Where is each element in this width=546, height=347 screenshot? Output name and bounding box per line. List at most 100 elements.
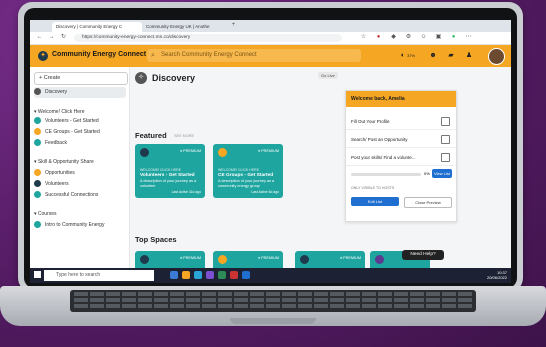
windows-taskbar: Type here to search 10:37 20/06/2022: [30, 268, 511, 283]
sidebar-item-discovery[interactable]: Discovery: [34, 87, 126, 98]
featured-card[interactable]: ♦ PREMIUM WELCOME! CLICK HERE CE Groups …: [213, 144, 283, 198]
space-icon: [140, 148, 149, 157]
space-icon: [218, 148, 227, 157]
go-live-button[interactable]: Go Live: [318, 72, 338, 79]
card-description: A description of your journey as a commu…: [218, 179, 275, 188]
space-icon: [34, 139, 41, 147]
close-preview-button[interactable]: Close Preview: [404, 197, 452, 208]
premium-badge: ♦ PREMIUM: [180, 149, 201, 153]
notifications-icon[interactable]: ♟: [464, 51, 474, 61]
brand-logo-icon: ✦: [38, 51, 48, 61]
visibility-note: ONLY VISIBLE TO HOSTS: [351, 186, 395, 190]
app-icon[interactable]: [230, 271, 238, 279]
avatar[interactable]: [488, 48, 505, 65]
browser-screen: Discovery | Community Energy C Community…: [30, 20, 511, 283]
brand-name[interactable]: Community Energy Connect: [52, 51, 146, 58]
sidebar-section-courses[interactable]: ▾ Courses: [34, 211, 57, 217]
app-icon[interactable]: [182, 271, 190, 279]
extension-icon[interactable]: ⚙: [405, 34, 412, 41]
clock[interactable]: 10:37 20/06/2022: [487, 270, 507, 280]
menu-icon[interactable]: ⋯: [465, 34, 472, 41]
premium-badge: ♦ PREMIUM: [258, 149, 279, 153]
keyboard-row: [74, 292, 472, 296]
card-category: WELCOME! CLICK HERE: [140, 168, 182, 172]
messages-icon[interactable]: ▰: [446, 51, 456, 61]
favorites-icon[interactable]: ✩: [420, 34, 427, 41]
view-list-button[interactable]: View List: [432, 169, 452, 178]
keyboard-row: [74, 298, 472, 302]
app-icon[interactable]: [170, 271, 178, 279]
members-icon[interactable]: ☻: [428, 51, 438, 61]
card-category: WELCOME! CLICK HERE: [218, 168, 260, 172]
checkbox[interactable]: [441, 153, 450, 162]
sidebar: + Create Discovery ▾ Welcome! Click Here…: [30, 67, 130, 283]
tab-bar: Discovery | Community Energy C Community…: [30, 20, 511, 32]
space-icon: [140, 255, 149, 264]
task-item[interactable]: Search/ Post an Opportunity: [346, 131, 456, 148]
taskbar-search-input[interactable]: Type here to search: [44, 270, 154, 281]
star-icon[interactable]: ☆: [360, 34, 367, 41]
sidebar-item-ce-groups[interactable]: CE Groups - Get Started: [34, 127, 126, 138]
space-icon: [34, 180, 41, 188]
create-button[interactable]: + Create: [34, 72, 128, 85]
space-icon: [34, 221, 41, 229]
app-icon[interactable]: [242, 271, 250, 279]
sidebar-section-welcome[interactable]: ▾ Welcome! Click Here: [34, 109, 85, 115]
card-meta: Last Active 6d ago: [251, 190, 279, 194]
card-title: CE Groups - Get Started: [218, 173, 274, 178]
trackpad-notch: [230, 318, 316, 324]
space-icon: [375, 255, 384, 264]
extension-icon[interactable]: ●: [375, 34, 382, 41]
search-input[interactable]: ⌕ Search Community Energy Connect: [147, 49, 361, 62]
url-field[interactable]: https://community-energy-connect.mn.co/d…: [74, 34, 342, 42]
sidebar-item-opportunities[interactable]: Opportunities: [34, 168, 126, 179]
panel-title: Welcome back, Amelia: [346, 91, 456, 107]
search-icon: ⌕: [151, 52, 155, 59]
progress-indicator[interactable]: ◐ 37%: [396, 51, 420, 61]
checkbox[interactable]: [441, 135, 450, 144]
forward-icon[interactable]: →: [48, 34, 55, 41]
featured-card[interactable]: ♦ PREMIUM WELCOME! CLICK HERE Volunteers…: [135, 144, 205, 198]
profile-icon[interactable]: ●: [450, 34, 457, 41]
sidebar-item-successful-connections[interactable]: Successful Connections: [34, 190, 126, 201]
collections-icon[interactable]: ▣: [435, 34, 442, 41]
space-icon: [34, 169, 41, 177]
app-icon[interactable]: [206, 271, 214, 279]
tab-community-energy-uk[interactable]: Community Energy UK | Anothe: [142, 22, 232, 32]
task-item[interactable]: Post your skills/ Find a volunte...: [346, 149, 456, 166]
card-meta: Last Active 11d ago: [171, 190, 201, 194]
windows-start-icon[interactable]: [34, 271, 41, 278]
reload-icon[interactable]: ↻: [60, 34, 67, 41]
sidebar-section-skill-share[interactable]: ▾ Skill & Opportunity Share: [34, 159, 94, 165]
help-button[interactable]: Need Help?: [402, 250, 444, 260]
page-title: Discovery: [152, 73, 196, 83]
card-title: Volunteers - Get Started: [140, 173, 195, 178]
space-icon: [300, 255, 309, 264]
app-icon[interactable]: [218, 271, 226, 279]
sidebar-item-volunteers-get-started[interactable]: Volunteers - Get Started: [34, 116, 126, 127]
sidebar-item-intro-course[interactable]: Intro to Community Energy: [34, 220, 126, 231]
space-icon: [34, 128, 41, 136]
see-more-link[interactable]: SEE MORE: [174, 134, 194, 138]
search-placeholder: Search Community Energy Connect: [161, 52, 257, 58]
space-icon: [218, 255, 227, 264]
sidebar-item-volunteers[interactable]: Volunteers: [34, 179, 126, 190]
premium-badge: ♦ PREMIUM: [258, 256, 279, 260]
compass-icon: ✧: [135, 72, 147, 84]
top-spaces-heading: Top Spaces: [135, 235, 177, 244]
app-header: ✦ Community Energy Connect ⌕ Search Comm…: [30, 45, 511, 67]
tab-discovery[interactable]: Discovery | Community Energy C: [52, 22, 142, 32]
new-tab-icon[interactable]: +: [230, 22, 237, 29]
card-description: A description of your journey as a volun…: [140, 179, 197, 188]
progress-label: 0%: [424, 171, 430, 176]
app-icon[interactable]: [194, 271, 202, 279]
extension-icon[interactable]: ◆: [390, 34, 397, 41]
task-item[interactable]: Fill Out Your Profile: [346, 113, 456, 130]
sidebar-item-feedback[interactable]: Feedback: [34, 138, 126, 149]
keyboard-row: [74, 304, 472, 308]
premium-badge: ♦ PREMIUM: [180, 256, 201, 260]
checkbox[interactable]: [441, 117, 450, 126]
edit-list-button[interactable]: Edit List: [351, 197, 399, 206]
space-icon: [34, 117, 41, 125]
back-icon[interactable]: ←: [36, 34, 43, 41]
